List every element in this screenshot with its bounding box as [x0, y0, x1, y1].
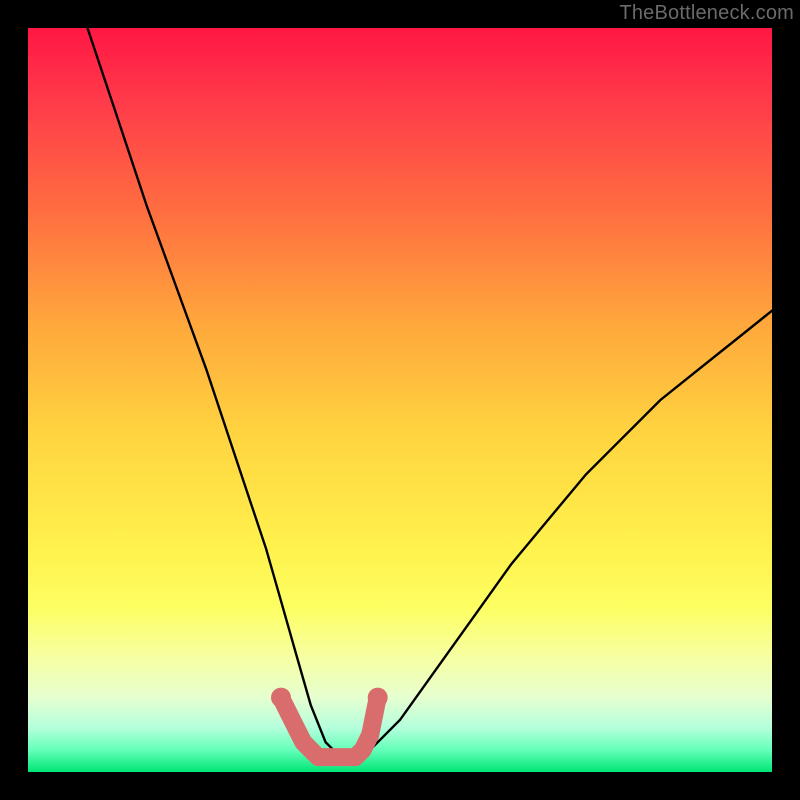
- marker-endpoint-right: [368, 688, 388, 708]
- chart-svg: [28, 28, 772, 772]
- chart-plot-area: [28, 28, 772, 772]
- watermark-text: TheBottleneck.com: [619, 2, 794, 25]
- optimal-marker: [281, 698, 378, 758]
- outer-frame: TheBottleneck.com: [0, 0, 800, 800]
- marker-endpoint-left: [271, 688, 291, 708]
- bottleneck-curve: [88, 28, 773, 757]
